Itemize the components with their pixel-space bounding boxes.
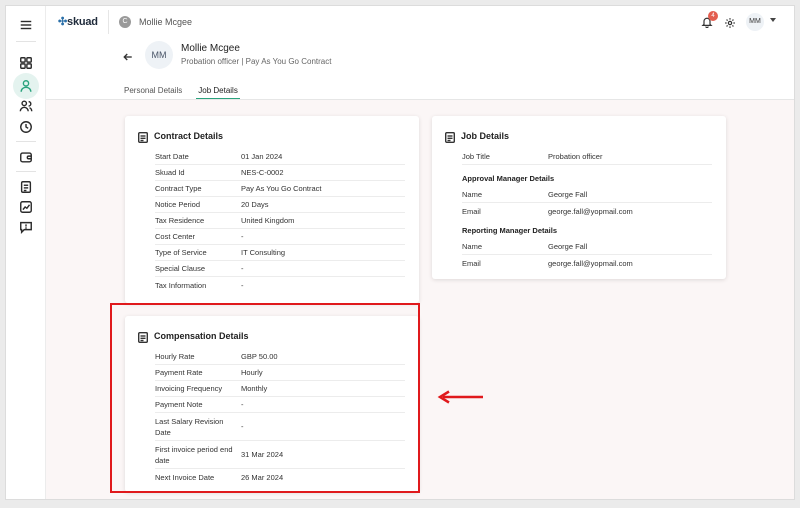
job-rows: Job Title Probation officer Approval Man… xyxy=(462,149,712,271)
tab-job-details[interactable]: Job Details xyxy=(196,82,240,100)
row-value: - xyxy=(241,264,244,273)
chat-icon[interactable] xyxy=(18,219,34,235)
row-value: 01 Jan 2024 xyxy=(241,152,283,161)
row-value: Pay As You Go Contract xyxy=(241,184,322,193)
tab-bar: Personal Details Job Details xyxy=(124,82,254,100)
pointer-arrow-icon xyxy=(437,390,483,404)
table-row: Tax Information - xyxy=(155,277,405,293)
row-label: Start Date xyxy=(155,152,189,161)
row-label: Email xyxy=(462,206,481,216)
dashboard-grid-icon[interactable] xyxy=(18,55,34,71)
hamburger-menu-icon[interactable] xyxy=(18,17,34,33)
employee-avatar: MM xyxy=(145,41,173,69)
employee-header: MM Mollie Mcgee Probation officer | Pay … xyxy=(46,38,794,100)
row-value: United Kingdom xyxy=(241,216,295,225)
wallet-icon[interactable] xyxy=(18,149,34,165)
table-row: Email george.fall@yopmail.com xyxy=(462,255,712,271)
row-label: Contract Type xyxy=(155,184,202,193)
context-avatar: C xyxy=(119,16,131,28)
table-row: Start Date 01 Jan 2024 xyxy=(155,149,405,165)
document-icon[interactable] xyxy=(18,179,34,195)
table-row: Tax Residence United Kingdom xyxy=(155,213,405,229)
row-label: Special Clause xyxy=(155,264,206,273)
row-label: Email xyxy=(462,258,481,268)
card-title: Contract Details xyxy=(154,130,224,141)
row-label: Job Title xyxy=(462,152,490,161)
clock-icon[interactable] xyxy=(18,119,34,135)
top-bar: ✣skuad C Mollie Mcgee 4 MM xyxy=(46,6,794,38)
table-row: Email george.fall@yopmail.com xyxy=(462,203,712,219)
row-label: Name xyxy=(462,242,483,251)
document-icon xyxy=(444,130,456,144)
row-value: George Fall xyxy=(548,242,588,251)
table-row: Name George Fall xyxy=(462,239,712,255)
approval-rows: Name George Fall Email george.fall@yopmail.… xyxy=(462,187,712,219)
person-icon[interactable] xyxy=(18,78,34,94)
row-value: 20 Days xyxy=(241,200,269,209)
employee-name: Mollie Mcgee xyxy=(181,43,240,54)
table-row: Special Clause - xyxy=(155,261,405,277)
reporting-manager-heading: Reporting Manager Details xyxy=(462,226,558,235)
table-row: Contract Type Pay As You Go Contract xyxy=(155,181,405,197)
table-row: Type of Service IT Consulting xyxy=(155,245,405,261)
table-row: Notice Period 20 Days xyxy=(155,197,405,213)
chevron-down-icon[interactable] xyxy=(770,18,776,22)
sidebar-divider xyxy=(16,171,36,172)
row-value: Probation officer xyxy=(548,152,603,161)
table-row: Job Title Probation officer xyxy=(462,149,712,165)
row-value: IT Consulting xyxy=(241,248,286,257)
contract-rows: Start Date 01 Jan 2024 Skuad Id NES-C-0002 C… xyxy=(155,149,405,293)
approval-manager-heading: Approval Manager Details xyxy=(462,174,555,183)
job-details-card: Job Details Job Title Probation officer … xyxy=(432,116,726,279)
contract-details-card: Contract Details Start Date 01 Jan 2024 Sk… xyxy=(125,116,419,303)
row-label: Type of Service xyxy=(155,248,207,257)
tab-personal-details[interactable]: Personal Details xyxy=(124,82,182,100)
card-title: Job Details xyxy=(461,130,510,141)
row-value: - xyxy=(241,232,244,241)
employee-role: Probation officer | Pay As You Go Contra… xyxy=(181,57,332,66)
table-row: Skuad Id NES-C-0002 xyxy=(155,165,405,181)
row-label: Cost Center xyxy=(155,232,196,241)
notification-count-badge: 4 xyxy=(708,11,718,21)
row-value: - xyxy=(241,280,244,290)
gear-icon[interactable] xyxy=(724,16,736,28)
row-label: Skuad Id xyxy=(155,168,185,177)
reporting-rows: Name George Fall Email george.fall@yopmail.… xyxy=(462,239,712,271)
analytics-icon[interactable] xyxy=(18,199,34,215)
document-icon xyxy=(137,130,149,144)
sidebar-divider xyxy=(16,41,36,42)
back-arrow-icon[interactable] xyxy=(122,50,136,64)
context-user-name: Mollie Mcgee xyxy=(139,17,193,27)
people-icon[interactable] xyxy=(18,98,34,114)
user-avatar[interactable]: MM xyxy=(746,13,764,31)
row-label: Notice Period xyxy=(155,200,201,209)
topbar-divider xyxy=(108,10,109,34)
row-label: Name xyxy=(462,190,483,199)
sidebar xyxy=(6,6,46,499)
skuad-logo[interactable]: ✣skuad xyxy=(58,15,98,28)
row-value: george.fall@yopmail.com xyxy=(548,258,633,268)
row-value: NES-C-0002 xyxy=(241,168,284,177)
sidebar-divider xyxy=(16,141,36,142)
table-row: Name George Fall xyxy=(462,187,712,203)
row-value: george.fall@yopmail.com xyxy=(548,206,633,216)
row-label: Tax Residence xyxy=(155,216,205,225)
table-row: Cost Center - xyxy=(155,229,405,245)
row-value: George Fall xyxy=(548,190,588,199)
row-label: Tax Information xyxy=(155,280,207,290)
highlight-box xyxy=(110,303,420,493)
